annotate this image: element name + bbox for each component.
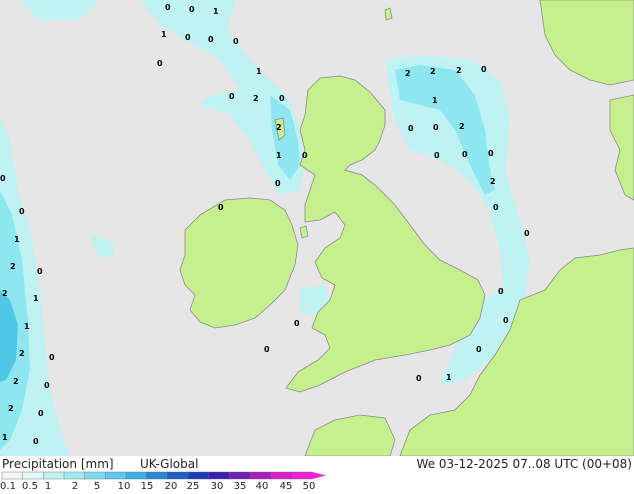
point-value-label: 0: [503, 316, 509, 325]
point-value-label: 1: [161, 30, 167, 39]
point-value-label: 2: [13, 377, 19, 386]
colorbar-tick-label: 40: [256, 481, 269, 490]
point-value-label: 1: [432, 96, 438, 105]
point-value-label: 2: [10, 262, 16, 271]
point-value-label: 0: [189, 5, 195, 14]
point-value-label: 0: [218, 203, 224, 212]
colorbar-segment: [270, 471, 293, 480]
point-value-label: 0: [38, 409, 44, 418]
colorbar-tick-label: 1: [45, 481, 51, 490]
point-value-label: 0: [208, 35, 214, 44]
colorbar-segment: [125, 471, 148, 480]
point-value-label: 0: [433, 123, 439, 132]
point-value-label: 2: [2, 289, 8, 298]
point-value-label: 2: [19, 349, 25, 358]
point-value-label: 2: [8, 404, 14, 413]
point-value-label: 2: [456, 66, 462, 75]
point-value-label: 0: [37, 267, 43, 276]
colorbar-tick-label: 30: [211, 481, 224, 490]
point-value-label: 0: [476, 345, 482, 354]
point-value-label: 0: [279, 94, 285, 103]
point-value-label: 2: [490, 177, 496, 186]
point-value-label: 0: [302, 151, 308, 160]
colorbar-segment: [146, 471, 169, 480]
point-value-label: 1: [446, 373, 452, 382]
point-value-label: 0: [275, 179, 281, 188]
point-value-label: 0: [229, 92, 235, 101]
point-value-label: 0: [44, 381, 50, 390]
colorbar-tick-label: 15: [141, 481, 154, 490]
colorbar-ticks: 0.1 0.5 1 2 5 10 15 20 25 30 35 40 45 50: [0, 481, 316, 492]
point-value-label: 2: [276, 123, 282, 132]
model-name: UK-Global: [140, 457, 198, 471]
point-value-label: 1: [256, 67, 262, 76]
colorbar-segment: [167, 471, 189, 480]
point-value-label: 2: [253, 94, 259, 103]
colorbar-tick-label: 45: [280, 481, 293, 490]
colorbar-tick-label: 50: [303, 481, 316, 490]
colorbar-segment: [291, 471, 313, 480]
point-value-label: 0: [416, 374, 422, 383]
point-value-label: 1: [33, 294, 39, 303]
point-value-label: 0: [233, 37, 239, 46]
legend-title: Precipitation [mm]: [2, 457, 114, 471]
point-value-label: 0: [498, 287, 504, 296]
precipitation-map[interactable]: 0 0 1 1 0 0 0 0 1 0 2 0 2 1 0 0 2 2 2 0 1 0 0 2 0 0 0 2 0 0 0 0 0 1 2 0 2 1 1 2…: [0, 0, 634, 456]
colorbar: [1, 471, 326, 480]
colorbar-arrow: [312, 472, 326, 479]
point-value-label: 0: [185, 33, 191, 42]
colorbar-segment: [22, 471, 45, 480]
point-value-label: 2: [459, 122, 465, 131]
colorbar-segment: [249, 471, 272, 480]
colorbar-tick-label: 25: [187, 481, 200, 490]
colorbar-segment: [84, 471, 107, 480]
point-value-label: 0: [294, 319, 300, 328]
point-value-label: 0: [434, 151, 440, 160]
colorbar-segment: [1, 471, 24, 480]
colorbar-tick-label: 10: [118, 481, 131, 490]
colorbar-segment: [208, 471, 231, 480]
colorbar-tick-label: 20: [165, 481, 178, 490]
colorbar-tick-label: 0.5: [22, 481, 38, 490]
point-value-label: 1: [14, 235, 20, 244]
colorbar-segment: [105, 471, 127, 480]
point-value-label: 0: [49, 353, 55, 362]
colorbar-tick-label: 0.1: [0, 481, 16, 490]
colorbar-segment: [187, 471, 210, 480]
point-value-label: 0: [157, 59, 163, 68]
point-value-label: 1: [276, 151, 282, 160]
point-value-label: 1: [24, 322, 30, 331]
point-value-label: 1: [2, 433, 8, 442]
colorbar-segment: [43, 471, 65, 480]
point-value-label: 0: [19, 207, 25, 216]
legend-bar: Precipitation [mm] UK-Global We 03-12-20…: [0, 456, 634, 492]
point-value-label: 2: [430, 67, 436, 76]
point-value-label: 0: [264, 345, 270, 354]
map-viewer: 0011000010202100222010020002000001202112…: [0, 0, 634, 492]
point-value-label: 0: [408, 124, 414, 133]
point-value-label: 0: [488, 149, 494, 158]
colorbar-tick-label: 35: [234, 481, 247, 490]
point-value-label: 2: [405, 69, 411, 78]
colorbar-tick-label: 5: [94, 481, 100, 490]
point-value-label: 0: [481, 65, 487, 74]
colorbar-tick-label: 2: [72, 481, 78, 490]
legend-graphic: Precipitation [mm] UK-Global We 03-12-20…: [0, 457, 632, 492]
colorbar-segment: [63, 471, 86, 480]
point-value-label: 0: [524, 229, 530, 238]
point-value-label: 1: [213, 7, 219, 16]
point-value-label: 0: [462, 150, 468, 159]
colorbar-segment: [229, 471, 251, 480]
point-value-label: 0: [493, 203, 499, 212]
forecast-datetime: We 03-12-2025 07..08 UTC (00+08): [417, 457, 632, 471]
point-value-label: 0: [33, 437, 39, 446]
point-value-label: 0: [165, 3, 171, 12]
point-value-label: 0: [0, 174, 6, 183]
